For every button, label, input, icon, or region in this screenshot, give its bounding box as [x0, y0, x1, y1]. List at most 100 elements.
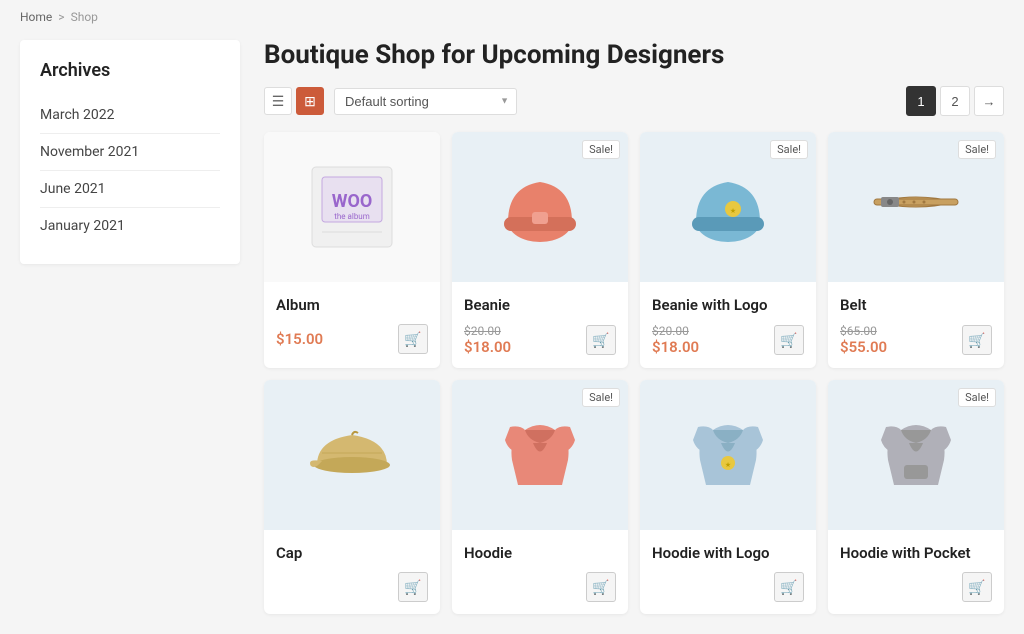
price-row-cap: 🛒 — [276, 572, 428, 602]
sale-price-beanie: $18.00 — [464, 338, 511, 356]
sort-select[interactable]: Default sorting Sort by popularity Sort … — [334, 88, 517, 115]
price-row-hoodie: 🛒 — [464, 572, 616, 602]
original-price-belt: $65.00 — [840, 324, 887, 338]
sale-badge-hoodie: Sale! — [582, 388, 620, 407]
product-name-hoodie-logo: Hoodie with Logo — [652, 544, 804, 562]
breadcrumb: Home > Shop — [20, 10, 1004, 24]
product-image-beanie[interactable]: Sale! — [452, 132, 628, 282]
original-price-beanie-logo: $20.00 — [652, 324, 699, 338]
price-row-belt: $65.00 $55.00 🛒 — [840, 324, 992, 356]
price-row-beanie: $20.00 $18.00 🛒 — [464, 324, 616, 356]
add-to-cart-beanie[interactable]: 🛒 — [586, 325, 616, 355]
page-1-button[interactable]: 1 — [906, 86, 936, 116]
page-next-button[interactable]: → — [974, 86, 1004, 116]
sidebar-list: March 2022 November 2021 June 2021 Janua… — [40, 97, 220, 244]
svg-text:the album: the album — [334, 212, 369, 221]
hoodie-logo-image: ★ — [678, 405, 778, 505]
sale-badge-beanie: Sale! — [582, 140, 620, 159]
add-to-cart-hoodie-pocket[interactable]: 🛒 — [962, 572, 992, 602]
product-name-hoodie-pocket: Hoodie with Pocket — [840, 544, 992, 562]
price-row-hoodie-pocket: 🛒 — [840, 572, 992, 602]
product-name-album: Album — [276, 296, 428, 314]
sidebar-item-nov2021[interactable]: November 2021 — [40, 134, 220, 171]
product-image-cap[interactable] — [264, 380, 440, 530]
sale-price-belt: $55.00 — [840, 338, 887, 356]
product-image-hoodie-logo[interactable]: ★ — [640, 380, 816, 530]
price-row-beanie-logo: $20.00 $18.00 🛒 — [652, 324, 804, 356]
price-group-beanie-logo: $20.00 $18.00 — [652, 324, 699, 356]
product-name-belt: Belt — [840, 296, 992, 314]
sidebar: Archives March 2022 November 2021 June 2… — [20, 40, 240, 614]
toolbar-left: ☰ ⊞ Default sorting Sort by popularity S… — [264, 87, 517, 115]
main-layout: Archives March 2022 November 2021 June 2… — [20, 40, 1004, 614]
page-title: Boutique Shop for Upcoming Designers — [264, 40, 1004, 70]
list-icon: ☰ — [272, 93, 285, 110]
product-card-hoodie-logo: ★ Hoodie with Logo 🛒 — [640, 380, 816, 614]
sidebar-item-march2022[interactable]: March 2022 — [40, 97, 220, 134]
cap-image — [302, 405, 402, 505]
product-card-cap: Cap 🛒 — [264, 380, 440, 614]
main-content: Boutique Shop for Upcoming Designers ☰ ⊞ — [264, 40, 1004, 614]
belt-image — [866, 157, 966, 257]
hoodie-image — [490, 405, 590, 505]
grid-view-button[interactable]: ⊞ — [296, 87, 324, 115]
sale-badge-hoodie-pocket: Sale! — [958, 388, 996, 407]
product-info-cap: Cap 🛒 — [264, 530, 440, 614]
breadcrumb-home[interactable]: Home — [20, 10, 52, 24]
product-image-album[interactable]: WOO the album — [264, 132, 440, 282]
product-card-album: WOO the album Album $15.00 🛒 — [264, 132, 440, 368]
add-to-cart-belt[interactable]: 🛒 — [962, 325, 992, 355]
add-to-cart-cap[interactable]: 🛒 — [398, 572, 428, 602]
product-image-beanie-logo[interactable]: Sale! ★ — [640, 132, 816, 282]
sale-badge-belt: Sale! — [958, 140, 996, 159]
product-card-beanie: Sale! Beanie $20.00 — [452, 132, 628, 368]
add-to-cart-beanie-logo[interactable]: 🛒 — [774, 325, 804, 355]
product-image-belt[interactable]: Sale! — [828, 132, 1004, 282]
svg-text:★: ★ — [730, 207, 736, 215]
original-price-beanie: $20.00 — [464, 324, 511, 338]
product-info-beanie: Beanie $20.00 $18.00 🛒 — [452, 282, 628, 368]
product-info-beanie-logo: Beanie with Logo $20.00 $18.00 🛒 — [640, 282, 816, 368]
album-image: WOO the album — [302, 157, 402, 257]
product-info-album: Album $15.00 🛒 — [264, 282, 440, 366]
beanie-image — [490, 157, 590, 257]
product-card-belt: Sale! Belt — [828, 132, 1004, 368]
sale-badge-beanie-logo: Sale! — [770, 140, 808, 159]
product-info-hoodie-pocket: Hoodie with Pocket 🛒 — [828, 530, 1004, 614]
price-group-beanie: $20.00 $18.00 — [464, 324, 511, 356]
product-grid: WOO the album Album $15.00 🛒 — [264, 132, 1004, 614]
sale-price-beanie-logo: $18.00 — [652, 338, 699, 356]
product-card-beanie-logo: Sale! ★ Beanie with Logo — [640, 132, 816, 368]
breadcrumb-current: Shop — [71, 10, 98, 24]
sidebar-box: Archives March 2022 November 2021 June 2… — [20, 40, 240, 264]
product-image-hoodie-pocket[interactable]: Sale! — [828, 380, 1004, 530]
hoodie-pocket-image — [866, 405, 966, 505]
product-info-hoodie-logo: Hoodie with Logo 🛒 — [640, 530, 816, 614]
sort-wrapper: Default sorting Sort by popularity Sort … — [334, 88, 517, 115]
product-card-hoodie-pocket: Sale! Hoodie with Pocket — [828, 380, 1004, 614]
sidebar-item-june2021[interactable]: June 2021 — [40, 171, 220, 208]
grid-icon: ⊞ — [304, 93, 316, 110]
product-image-hoodie[interactable]: Sale! — [452, 380, 628, 530]
product-name-hoodie: Hoodie — [464, 544, 616, 562]
add-to-cart-album[interactable]: 🛒 — [398, 324, 428, 354]
page-2-button[interactable]: 2 — [940, 86, 970, 116]
list-view-button[interactable]: ☰ — [264, 87, 292, 115]
view-icons: ☰ ⊞ — [264, 87, 324, 115]
price-row-album: $15.00 🛒 — [276, 324, 428, 354]
beanie-logo-image: ★ — [678, 157, 778, 257]
add-to-cart-hoodie[interactable]: 🛒 — [586, 572, 616, 602]
toolbar: ☰ ⊞ Default sorting Sort by popularity S… — [264, 86, 1004, 116]
breadcrumb-separator: > — [58, 10, 64, 24]
page-wrapper: Home > Shop Archives March 2022 November… — [0, 0, 1024, 634]
price-row-hoodie-logo: 🛒 — [652, 572, 804, 602]
add-to-cart-hoodie-logo[interactable]: 🛒 — [774, 572, 804, 602]
svg-text:★: ★ — [725, 461, 731, 469]
sidebar-title: Archives — [40, 60, 220, 81]
product-info-hoodie: Hoodie 🛒 — [452, 530, 628, 614]
sidebar-item-jan2021[interactable]: January 2021 — [40, 208, 220, 244]
product-name-beanie: Beanie — [464, 296, 616, 314]
pagination: 1 2 → — [906, 86, 1004, 116]
product-card-hoodie: Sale! Hoodie 🛒 — [452, 380, 628, 614]
product-name-beanie-logo: Beanie with Logo — [652, 296, 804, 314]
